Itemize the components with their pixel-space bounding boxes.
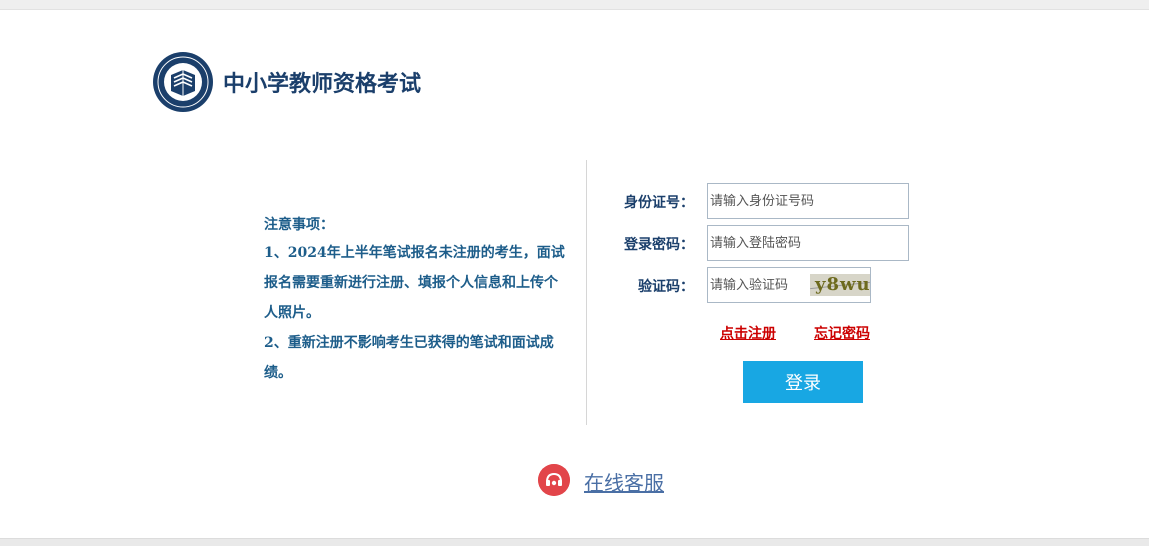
captcha-image[interactable]: y8wu [810, 274, 870, 296]
captcha-label: 验证码： [638, 279, 694, 295]
captcha-text: y8wu [815, 274, 870, 295]
customer-service-icon[interactable] [538, 464, 570, 496]
notice-title: 注意事项： [264, 217, 334, 233]
notice-line: 1、2024年上半年笔试报名未注册的考生，面试 [264, 245, 565, 261]
notice-block: 注意事项： 1、2024年上半年笔试报名未注册的考生，面试 报名需要重新进行注册… [264, 212, 574, 388]
notice-line: 人照片。 [264, 305, 320, 321]
password-label: 登录密码： [624, 237, 694, 253]
id-number-input[interactable] [707, 183, 909, 219]
online-service-link[interactable]: 在线客服 [584, 467, 664, 496]
forgot-password-link[interactable]: 忘记密码 [814, 323, 870, 343]
id-number-label: 身份证号： [624, 195, 694, 211]
top-strip [0, 0, 1149, 10]
logo-emblem-icon [153, 52, 213, 112]
notice-line: 2、重新注册不影响考生已获得的笔试和面试成 [264, 335, 554, 351]
notice-line: 绩。 [264, 365, 292, 381]
notice-line: 报名需要重新进行注册、填报个人信息和上传个 [264, 275, 558, 291]
login-button[interactable]: 登录 [743, 361, 863, 403]
password-input[interactable] [707, 225, 909, 261]
register-link[interactable]: 点击注册 [720, 323, 776, 343]
site-title: 中小学教师资格考试 [223, 72, 422, 97]
vertical-divider [586, 160, 587, 425]
